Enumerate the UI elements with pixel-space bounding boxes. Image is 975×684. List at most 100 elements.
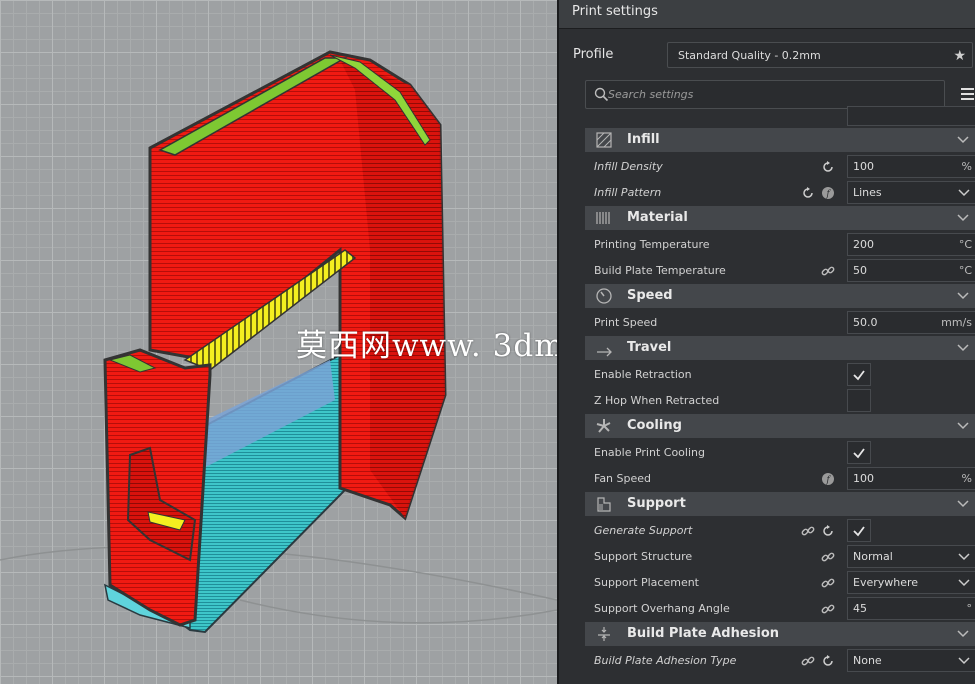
section-speed[interactable]: Speed <box>585 284 975 308</box>
setting-infill-pattern: Infill Pattern f Lines <box>585 180 975 206</box>
checkmark-icon <box>853 448 865 459</box>
setting-z-hop: Z Hop When Retracted <box>585 388 975 414</box>
search-icon <box>594 87 609 102</box>
setting-support-placement: Support Placement Everywhere <box>585 570 975 596</box>
chevron-down-icon <box>958 657 970 665</box>
setting-label: Printing Temperature <box>594 238 710 251</box>
profile-value: Standard Quality - 0.2mm <box>678 49 821 62</box>
infill-pattern-select[interactable]: Lines <box>847 181 975 204</box>
setting-label: Z Hop When Retracted <box>594 394 720 407</box>
field-value: 45 <box>853 602 867 615</box>
chevron-down-icon <box>958 189 970 197</box>
function-icon[interactable]: f <box>821 186 835 200</box>
field-value: Lines <box>853 186 882 199</box>
field-unit: % <box>961 472 972 485</box>
setting-label: Support Placement <box>594 576 699 589</box>
chevron-down-icon[interactable] <box>957 212 969 224</box>
setting-label: Support Structure <box>594 550 693 563</box>
support-placement-select[interactable]: Everywhere <box>847 571 975 594</box>
section-infill[interactable]: Infill <box>585 128 975 152</box>
build-plate-temperature-input[interactable]: 50 °C <box>847 259 975 282</box>
profile-select[interactable]: Standard Quality - 0.2mm ★ <box>667 42 973 68</box>
setting-generate-support: Generate Support <box>585 518 975 544</box>
speedometer-icon <box>596 288 612 304</box>
reset-icon[interactable] <box>821 524 835 538</box>
field-unit: mm/s <box>941 316 972 329</box>
section-title: Travel <box>627 340 672 355</box>
infill-density-input[interactable]: 100 % <box>847 155 975 178</box>
setting-label: Generate Support <box>594 524 693 537</box>
support-overhang-angle-input[interactable]: 45 ° <box>847 597 975 620</box>
section-title: Build Plate Adhesion <box>627 626 780 641</box>
link-icon[interactable] <box>821 264 835 278</box>
link-icon[interactable] <box>821 602 835 616</box>
enable-print-cooling-checkbox[interactable] <box>847 441 871 464</box>
build-plate-adhesion-type-select[interactable]: None <box>847 649 975 672</box>
generate-support-checkbox[interactable] <box>847 519 871 542</box>
chevron-down-icon[interactable] <box>957 290 969 302</box>
chevron-down-icon[interactable] <box>957 134 969 146</box>
enable-retraction-checkbox[interactable] <box>847 363 871 386</box>
section-travel[interactable]: Travel <box>585 336 975 360</box>
setting-printing-temperature: Printing Temperature 200 °C <box>585 232 975 258</box>
checkmark-icon <box>853 370 865 381</box>
field-value: None <box>853 654 882 667</box>
chevron-down-icon <box>958 579 970 587</box>
partial-field[interactable] <box>847 106 975 126</box>
field-unit: °C <box>958 264 972 277</box>
link-icon[interactable] <box>821 550 835 564</box>
link-icon[interactable] <box>801 524 815 538</box>
search-input[interactable] <box>608 81 938 108</box>
chevron-down-icon[interactable] <box>957 420 969 432</box>
field-unit: % <box>961 160 972 173</box>
section-build-plate-adhesion[interactable]: Build Plate Adhesion <box>585 622 975 646</box>
setting-label: Infill Pattern <box>594 186 662 199</box>
section-title: Cooling <box>627 418 682 433</box>
field-value: Everywhere <box>853 576 919 589</box>
setting-label: Build Plate Temperature <box>594 264 726 277</box>
section-title: Speed <box>627 288 673 303</box>
setting-support-structure: Support Structure Normal <box>585 544 975 570</box>
section-title: Infill <box>627 132 660 147</box>
field-value: Normal <box>853 550 893 563</box>
field-value: 100 <box>853 472 874 485</box>
fan-speed-input[interactable]: 100 % <box>847 467 975 490</box>
setting-label: Print Speed <box>594 316 658 329</box>
field-unit: °C <box>958 238 972 251</box>
section-title: Support <box>627 496 686 511</box>
section-material[interactable]: Material <box>585 206 975 230</box>
search-box[interactable] <box>585 80 945 109</box>
setting-print-speed: Print Speed 50.0 mm/s <box>585 310 975 336</box>
profile-label: Profile <box>573 47 614 62</box>
chevron-down-icon[interactable] <box>957 498 969 510</box>
panel-title: Print settings <box>559 0 975 29</box>
reset-icon[interactable] <box>821 654 835 668</box>
reset-icon[interactable] <box>821 160 835 174</box>
setting-label: Enable Print Cooling <box>594 446 705 459</box>
support-structure-select[interactable]: Normal <box>847 545 975 568</box>
checkmark-icon <box>853 526 865 537</box>
setting-support-overhang-angle: Support Overhang Angle 45 ° <box>585 596 975 622</box>
section-cooling[interactable]: Cooling <box>585 414 975 438</box>
reset-icon[interactable] <box>801 186 815 200</box>
printing-temperature-input[interactable]: 200 °C <box>847 233 975 256</box>
field-value: 50 <box>853 264 867 277</box>
chevron-down-icon[interactable] <box>957 628 969 640</box>
3d-viewport[interactable]: 莫西网www. 3dmox. com <box>0 0 557 684</box>
menu-icon[interactable] <box>961 88 974 100</box>
link-icon[interactable] <box>821 576 835 590</box>
function-icon[interactable]: f <box>821 472 835 486</box>
watermark-text: 莫西网www. 3dmox. com <box>296 328 557 364</box>
setting-fan-speed: Fan Speed f 100 % <box>585 466 975 492</box>
fan-icon <box>596 419 611 433</box>
setting-build-plate-adhesion-type: Build Plate Adhesion Type None <box>585 648 975 674</box>
field-unit: ° <box>966 602 973 615</box>
section-support[interactable]: Support <box>585 492 975 516</box>
chevron-down-icon[interactable] <box>957 342 969 354</box>
chevron-down-icon <box>958 553 970 561</box>
z-hop-checkbox[interactable] <box>847 389 871 412</box>
setting-label: Support Overhang Angle <box>594 602 730 615</box>
link-icon[interactable] <box>801 654 815 668</box>
print-speed-input[interactable]: 50.0 mm/s <box>847 311 975 334</box>
star-icon[interactable]: ★ <box>953 43 966 69</box>
